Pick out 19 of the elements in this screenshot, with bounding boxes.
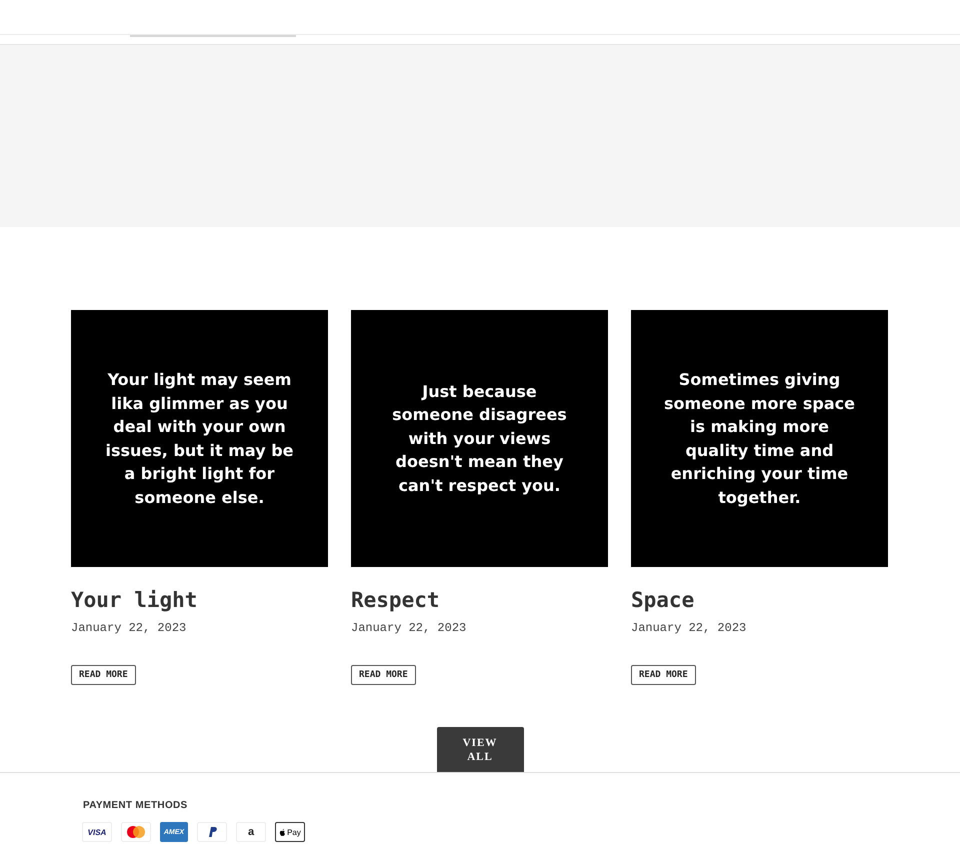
article-date: January 22, 2023: [631, 621, 746, 635]
quote-text: Sometimes giving someone more space is making more quality time and enriching your time together.: [663, 369, 856, 508]
amazon-icon: a: [236, 822, 266, 842]
quote-text: Your light may seem lika glimmer as you deal with your own issues, but it may be a bright light for someone else.: [104, 369, 294, 508]
article-title[interactable]: Space: [631, 587, 694, 613]
visa-icon: VISA: [82, 822, 112, 842]
quote-text: Just because someone disagrees with your views doesn't mean they can't respect you.: [391, 380, 568, 497]
apple-pay-icon: Pay: [275, 822, 305, 842]
paypal-icon: [197, 822, 227, 842]
read-more-button[interactable]: READ MORE: [71, 665, 136, 685]
article-date: January 22, 2023: [71, 621, 186, 635]
read-more-button[interactable]: READ MORE: [631, 665, 696, 685]
article-title[interactable]: Respect: [351, 587, 440, 613]
payment-methods-heading: PAYMENT METHODS: [83, 800, 189, 811]
mastercard-icon: [121, 822, 151, 842]
view-all-button[interactable]: VIEW ALL: [436, 727, 524, 772]
article-title[interactable]: Your light: [71, 587, 198, 613]
read-more-button[interactable]: READ MORE: [351, 665, 416, 685]
article-date: January 22, 2023: [351, 621, 466, 635]
